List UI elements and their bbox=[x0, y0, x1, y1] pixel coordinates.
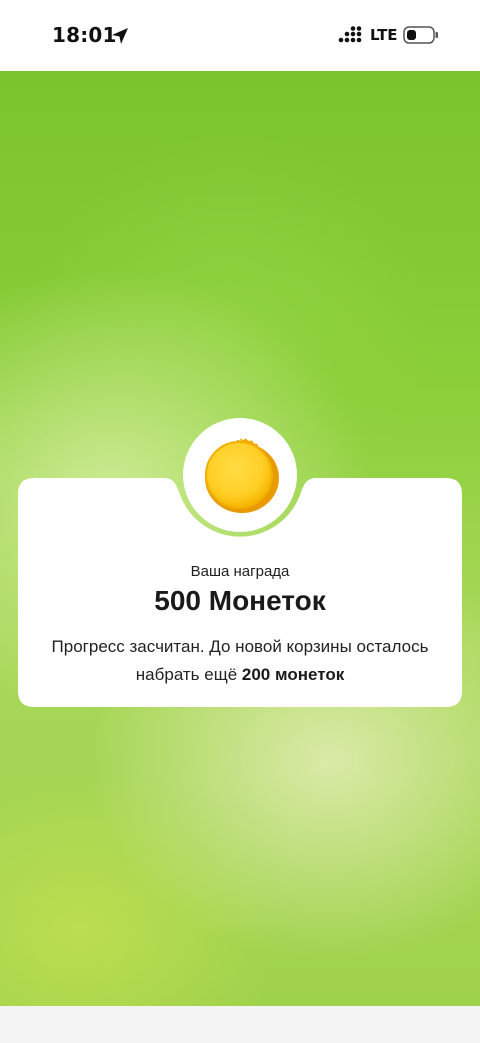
reward-description-text: Прогресс засчитан. До новой корзины оста… bbox=[51, 637, 429, 684]
status-bar: 18:01 LTE bbox=[0, 0, 480, 71]
location-arrow-icon bbox=[112, 28, 128, 44]
bottom-bar bbox=[0, 1006, 480, 1043]
reward-card: Ваша награда 500 Монеток Прогресс засчит… bbox=[18, 418, 462, 707]
reward-screen: Ваша награда 500 Монеток Прогресс засчит… bbox=[0, 71, 480, 1006]
signal-bars-icon bbox=[338, 26, 362, 43]
coin-icon bbox=[205, 438, 279, 513]
reward-description: Прогресс засчитан. До новой корзины оста… bbox=[48, 633, 432, 689]
reward-amount: 500 Монеток bbox=[154, 585, 326, 616]
app-screen: 18:01 LTE Ваша награда 500 Монеток Прогр… bbox=[0, 0, 480, 1043]
reward-remaining-amount: 200 монеток bbox=[241, 665, 345, 684]
network-type: LTE bbox=[370, 26, 398, 44]
reward-caption: Ваша награда bbox=[190, 563, 290, 580]
battery-icon bbox=[403, 26, 438, 44]
status-time: 18:01 bbox=[52, 23, 117, 47]
